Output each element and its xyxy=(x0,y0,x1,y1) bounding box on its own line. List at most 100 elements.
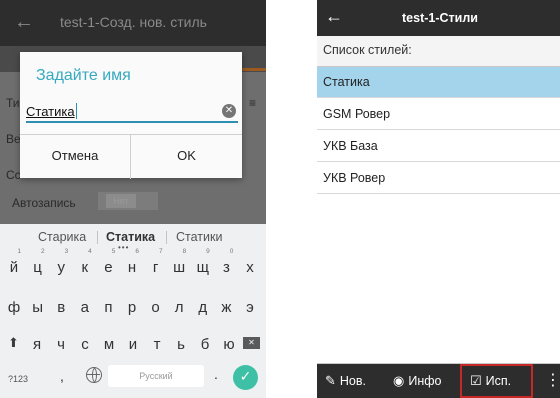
left-screen: ← test-1-Созд. нов. стиль Ти Ве Сс ≡ Авт… xyxy=(0,0,266,398)
arrow-left-icon[interactable]: ← xyxy=(14,10,34,34)
info-button[interactable]: ◉ Инфо xyxy=(393,372,441,392)
key[interactable]: ф xyxy=(2,290,26,320)
key[interactable]: 4к xyxy=(73,248,97,280)
ok-button[interactable]: OK xyxy=(131,135,242,179)
list-item[interactable]: Статика xyxy=(317,67,560,98)
key-label: я xyxy=(32,336,42,353)
styles-list-label: Список стилей: xyxy=(323,43,412,57)
key[interactable]: 5е xyxy=(96,248,120,280)
key[interactable]: п xyxy=(96,290,120,320)
key[interactable]: э xyxy=(238,290,262,320)
menu-icon: ≡ xyxy=(248,96,256,110)
key-label: ы xyxy=(32,299,43,316)
key[interactable]: а xyxy=(73,290,97,320)
key-number-hint: 9 xyxy=(206,248,210,255)
key[interactable]: т xyxy=(145,327,169,357)
right-screen: ← test-1-Стили Список стилей: Статика GS… xyxy=(317,0,560,398)
key[interactable]: в xyxy=(49,290,73,320)
key[interactable]: и xyxy=(121,327,145,357)
new-style-label: Нов. xyxy=(339,374,366,388)
key[interactable]: ж xyxy=(214,290,238,320)
checkmark-icon[interactable]: ✓ xyxy=(233,365,258,390)
type-label-fragment: Ти xyxy=(6,96,20,110)
key[interactable]: х xyxy=(238,250,262,280)
key-label: х xyxy=(246,259,254,276)
suggestion-3[interactable]: Статики xyxy=(176,230,222,244)
key-label: е xyxy=(104,259,113,276)
key[interactable]: ы xyxy=(26,290,50,320)
dialog-title: Задайте имя xyxy=(36,67,131,84)
key[interactable]: я xyxy=(25,327,49,357)
key[interactable]: р xyxy=(120,290,144,320)
screen-title: test-1-Созд. нов. стиль xyxy=(60,14,207,30)
cancel-button[interactable]: Отмена xyxy=(20,135,131,179)
key-label: ш xyxy=(173,259,186,276)
key[interactable]: 1й xyxy=(2,248,26,280)
key-label: о xyxy=(151,299,160,316)
key-label: и xyxy=(128,336,138,353)
comma-key[interactable]: , xyxy=(60,368,64,384)
key[interactable]: с xyxy=(73,327,97,357)
key[interactable]: 7г xyxy=(144,248,168,280)
key[interactable]: 6н xyxy=(120,248,144,280)
key[interactable]: 9щ xyxy=(191,248,215,280)
eye-icon: ◉ xyxy=(393,374,405,389)
key-number-hint: 6 xyxy=(135,248,139,255)
space-key[interactable]: Русский xyxy=(108,365,204,387)
list-item[interactable]: УКВ Ровер xyxy=(317,163,560,194)
use-button[interactable]: ☑ Исп. xyxy=(470,372,511,392)
period-key[interactable]: . xyxy=(214,366,218,382)
globe-icon[interactable] xyxy=(86,367,102,383)
key[interactable]: 0з xyxy=(214,248,238,280)
backspace-icon[interactable]: ✕ xyxy=(243,337,260,349)
key[interactable]: 3у xyxy=(49,248,73,280)
key-label: ю xyxy=(223,336,235,353)
key-label: с xyxy=(81,336,89,353)
key[interactable]: ю xyxy=(217,327,241,357)
autosave-label: Автозапись xyxy=(12,196,76,210)
key-label: з xyxy=(222,259,230,276)
key[interactable]: о xyxy=(144,290,168,320)
suggestion-2[interactable]: Статика xyxy=(106,230,155,244)
key-label: к xyxy=(81,259,89,276)
info-label: Инфо xyxy=(408,374,442,388)
key[interactable]: 8ш xyxy=(167,248,191,280)
key[interactable]: ч xyxy=(49,327,73,357)
key-label: р xyxy=(127,299,137,316)
key-label: а xyxy=(80,299,89,316)
use-label: Исп. xyxy=(485,374,512,388)
suggestion-divider xyxy=(166,231,167,244)
key[interactable]: м xyxy=(97,327,121,357)
styles-list: Статика GSM Ровер УКВ База УКВ Ровер xyxy=(317,66,560,364)
key-number-hint: 2 xyxy=(40,248,45,255)
name-input[interactable]: Статика ✕ xyxy=(26,99,238,123)
key-label: т xyxy=(153,336,161,353)
suggestion-strip: Старика Статика ••• Статики xyxy=(0,224,266,252)
key[interactable]: л xyxy=(167,290,191,320)
key-label: н xyxy=(127,259,137,276)
key-number-hint: 4 xyxy=(88,248,92,255)
shift-icon[interactable]: ⬆ xyxy=(8,336,19,351)
key[interactable]: б xyxy=(193,327,217,357)
text-cursor xyxy=(76,103,77,119)
key-number-hint: 8 xyxy=(182,248,187,255)
name-input-value: Статика xyxy=(26,104,75,119)
more-vertical-icon[interactable]: ⋮ xyxy=(545,371,560,389)
screen-title: test-1-Стили xyxy=(402,11,478,25)
arrow-left-icon[interactable]: ← xyxy=(325,6,343,27)
key[interactable]: 2ц xyxy=(26,248,50,280)
key-label: э xyxy=(246,299,254,316)
link-label-fragment: Сс xyxy=(6,168,21,182)
key-label: щ xyxy=(196,259,209,276)
symbols-key[interactable]: ?123 xyxy=(8,374,28,384)
new-style-button[interactable]: ✎ Нов. xyxy=(325,372,366,392)
clear-circle-icon[interactable]: ✕ xyxy=(222,104,236,118)
key[interactable]: д xyxy=(191,290,215,320)
key[interactable]: ь xyxy=(169,327,193,357)
list-item[interactable]: GSM Ровер xyxy=(317,99,560,130)
autosave-toggle[interactable]: Нет xyxy=(98,192,158,210)
suggestion-1[interactable]: Старика xyxy=(38,230,86,244)
key-label: м xyxy=(103,336,115,353)
list-item[interactable]: УКВ База xyxy=(317,131,560,162)
key-label: ж xyxy=(221,299,232,316)
